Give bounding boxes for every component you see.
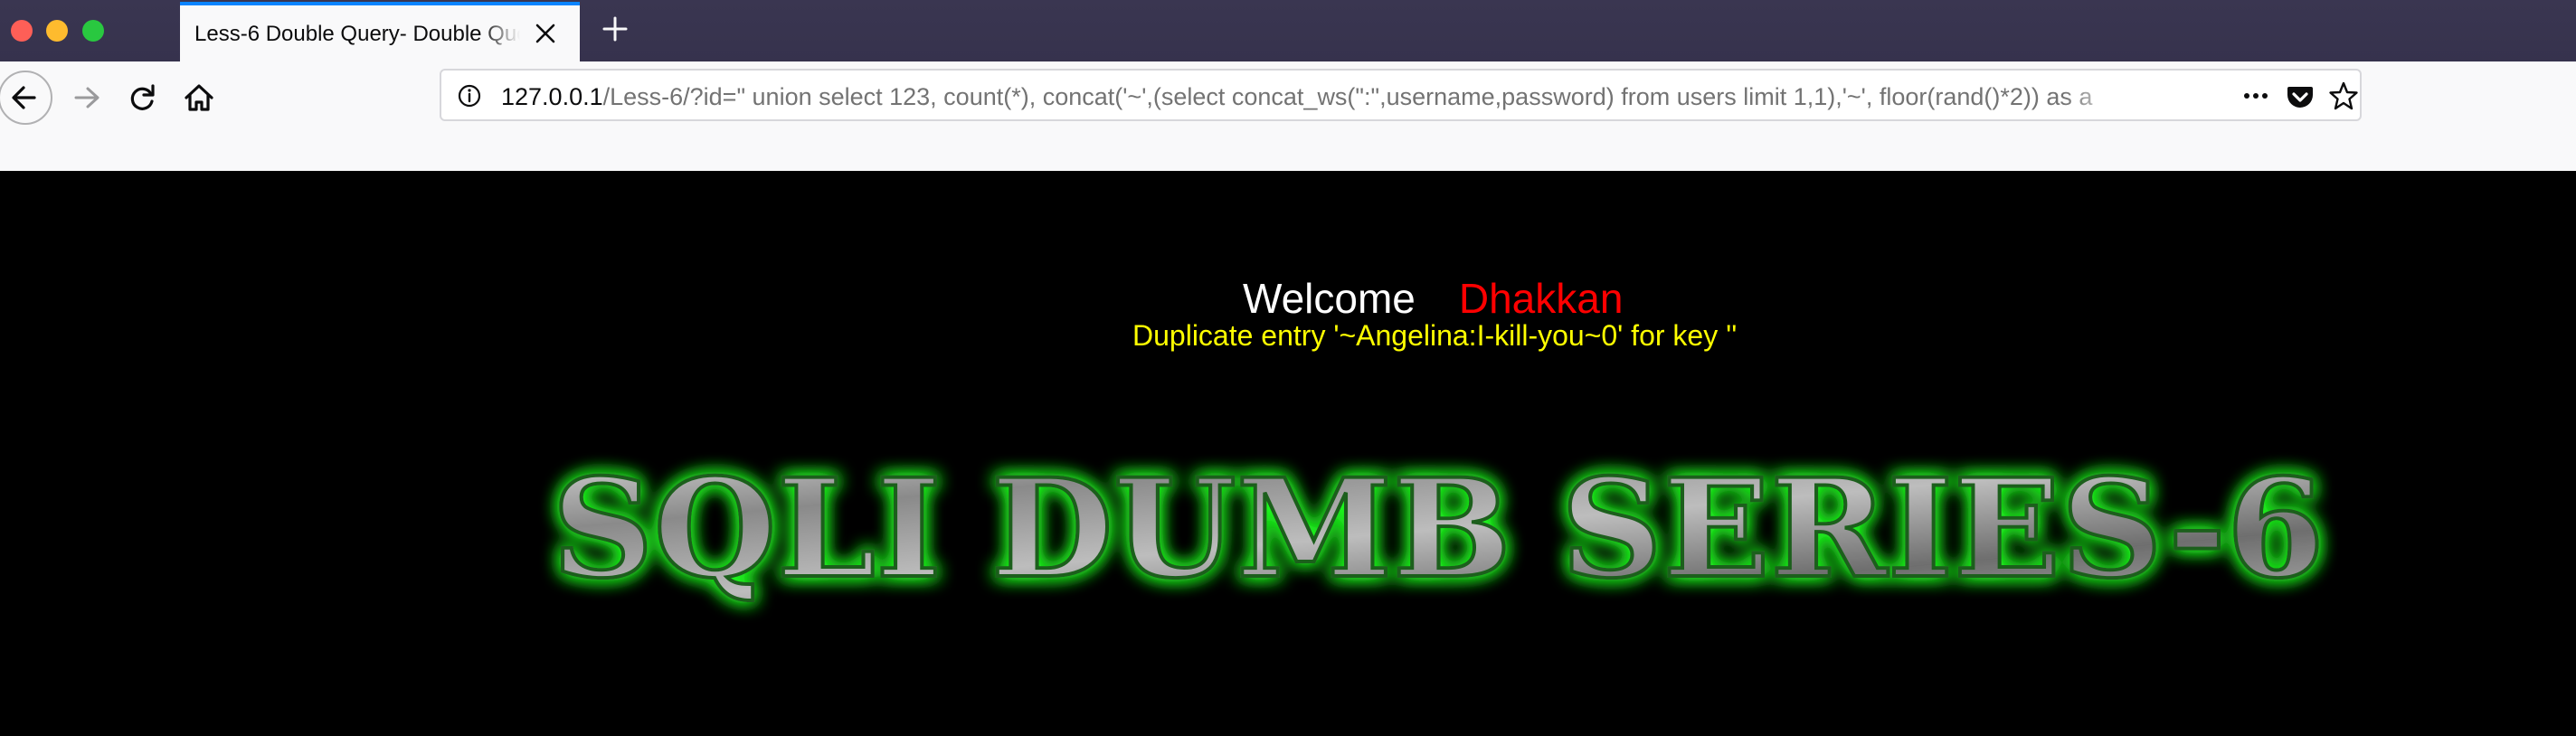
- url-bar[interactable]: 127.0.0.1/Less-6/?id=" union select 123,…: [440, 69, 2362, 121]
- tab-active[interactable]: Less-6 Double Query- Double Quotes: [180, 2, 580, 61]
- back-arrow-icon: [12, 86, 36, 109]
- pocket-icon[interactable]: [2284, 80, 2316, 112]
- browser-chrome: Less-6 Double Query- Double Quotes: [0, 0, 2576, 171]
- home-icon[interactable]: [174, 72, 224, 123]
- sql-error-message: Duplicate entry '~Angelina:I-kill-you~0'…: [1132, 319, 1738, 352]
- info-icon[interactable]: [456, 82, 483, 109]
- page-content: Welcome Dhakkan Duplicate entry '~Angelin…: [0, 171, 2576, 736]
- navigation-toolbar: 127.0.0.1/Less-6/?id=" union select 123,…: [0, 61, 2576, 134]
- url-path: /Less-6/?id=" union select 123, count(*)…: [602, 83, 2093, 110]
- star-icon[interactable]: [2327, 80, 2360, 112]
- forward-arrow-icon[interactable]: [62, 72, 112, 123]
- reload-icon[interactable]: [118, 72, 168, 123]
- window-close-button[interactable]: [11, 20, 33, 42]
- banner-text: SQLI DUMB SERIES-6: [552, 449, 2325, 609]
- back-button[interactable]: [0, 71, 52, 125]
- url-text[interactable]: 127.0.0.1/Less-6/?id=" union select 123,…: [501, 81, 2129, 112]
- sqli-dumb-series-banner: SQLI DUMB SERIES-6: [550, 448, 2326, 610]
- url-host: 127.0.0.1: [501, 83, 603, 110]
- tab-title: Less-6 Double Query- Double Quotes: [194, 22, 520, 46]
- more-actions-icon[interactable]: [2240, 81, 2272, 110]
- plus-icon[interactable]: [601, 14, 630, 43]
- welcome-text: Welcome: [1243, 275, 1416, 322]
- welcome-line: Welcome Dhakkan: [1243, 273, 1623, 324]
- window-minimize-button[interactable]: [46, 20, 68, 42]
- window-maximize-button[interactable]: [82, 20, 104, 42]
- tab-bar: Less-6 Double Query- Double Quotes: [0, 0, 2576, 61]
- close-icon[interactable]: [533, 21, 558, 46]
- username-text: Dhakkan: [1458, 275, 1624, 322]
